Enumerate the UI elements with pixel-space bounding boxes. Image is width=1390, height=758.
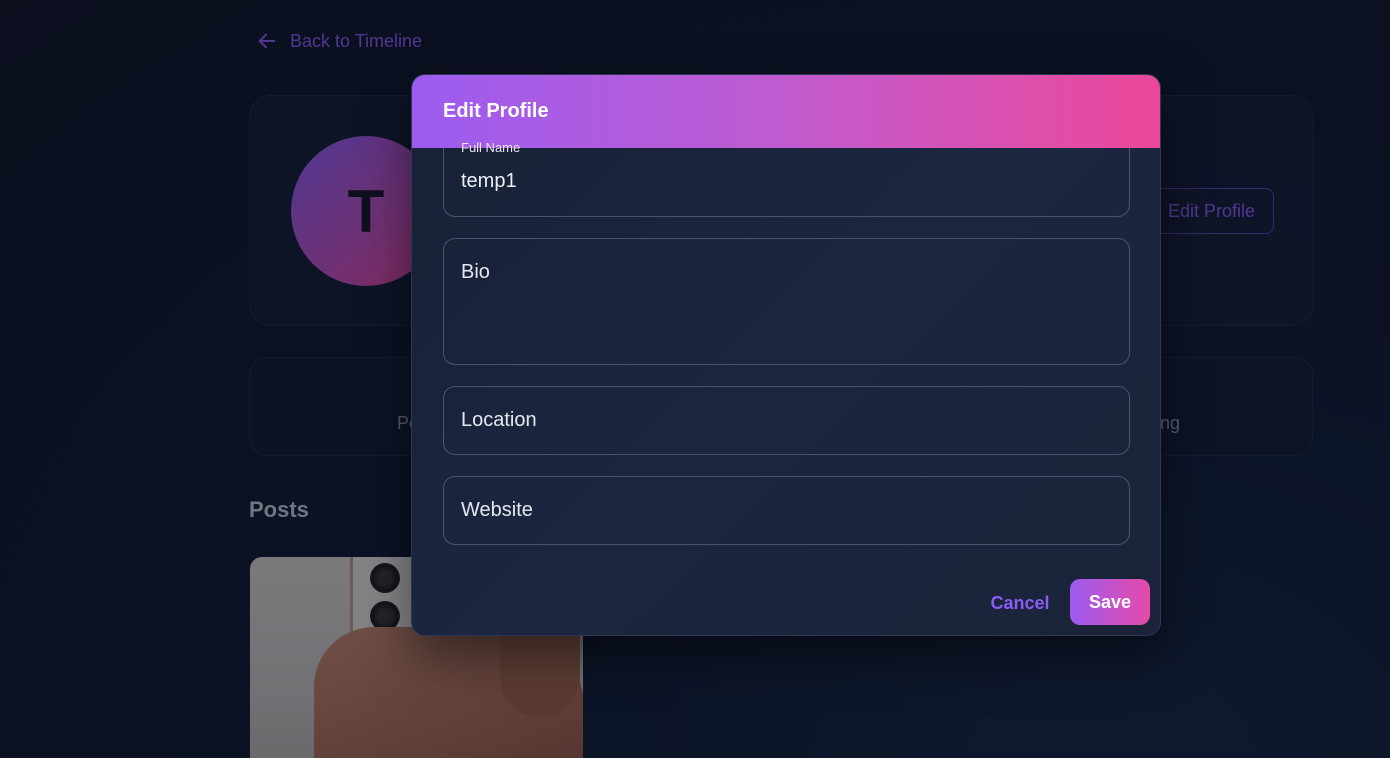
bio-field[interactable]: Bio bbox=[443, 238, 1130, 365]
full-name-field[interactable]: Full Name temp1 bbox=[443, 140, 1130, 217]
location-placeholder: Location bbox=[461, 409, 537, 431]
full-name-label: Full Name bbox=[461, 140, 521, 155]
edit-profile-modal: Edit Profile Full Name temp1 Bio Locatio… bbox=[411, 74, 1161, 636]
modal-title: Edit Profile bbox=[412, 75, 1160, 148]
website-field[interactable]: Website bbox=[443, 476, 1130, 545]
cancel-button[interactable]: Cancel bbox=[982, 580, 1058, 626]
full-name-value: temp1 bbox=[461, 170, 517, 192]
bio-placeholder: Bio bbox=[461, 261, 490, 283]
save-button[interactable]: Save bbox=[1070, 579, 1150, 625]
location-field[interactable]: Location bbox=[443, 386, 1130, 455]
website-placeholder: Website bbox=[461, 499, 533, 521]
